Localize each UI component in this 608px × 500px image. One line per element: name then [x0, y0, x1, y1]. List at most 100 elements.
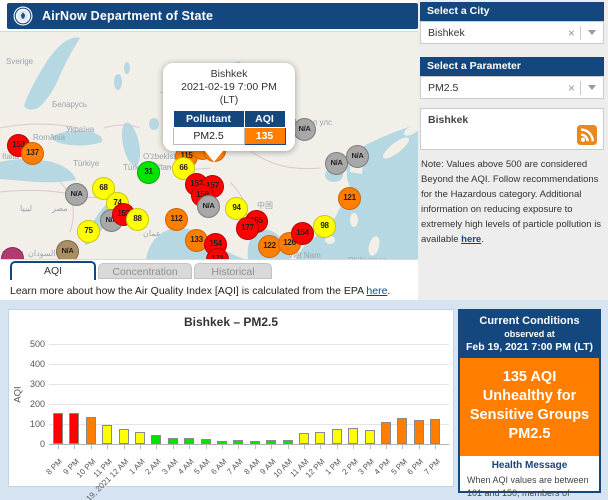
airnow-page: AirNow Department of State	[0, 0, 608, 500]
city-caret-icon[interactable]	[588, 30, 596, 35]
chart-bar[interactable]	[233, 440, 243, 444]
learn-more-link[interactable]: here	[366, 285, 387, 297]
popup-tail	[205, 151, 223, 162]
city-select[interactable]: Bishkek ×	[420, 21, 604, 44]
parameter-select[interactable]: PM2.5 ×	[420, 76, 604, 99]
parameter-caret-icon[interactable]	[588, 85, 596, 90]
x-tick-mark	[238, 445, 239, 449]
chart-bar[interactable]	[250, 441, 260, 444]
chart-bar[interactable]	[184, 438, 194, 444]
parameter-select-value: PM2.5	[421, 82, 563, 94]
aqi-marker[interactable]: N/A	[65, 183, 88, 206]
chart-bar[interactable]	[201, 439, 211, 444]
chart-bar[interactable]	[266, 440, 276, 444]
aqi-chart: Bishkek – PM2.5 AQI 01002003004005008 PM…	[8, 309, 454, 487]
dos-seal-icon	[13, 6, 33, 26]
aqi-marker[interactable]: 137	[21, 142, 44, 165]
x-tick-label: 7 PM	[285, 451, 435, 462]
note-text: Note: Values above 500 are considered Be…	[421, 159, 601, 245]
aqi-map[interactable]: SverigeБеларусьУкраїнаRomâniaItaliaTürki…	[0, 31, 418, 260]
conditions-aqi-value: 135 AQI	[466, 368, 593, 387]
parameter-clear-icon[interactable]: ×	[563, 81, 580, 95]
tab-historical[interactable]: Historical	[194, 263, 272, 279]
x-tick-mark	[370, 445, 371, 449]
aqi-marker[interactable]: N/A	[293, 118, 316, 141]
aqi-marker[interactable]: N/A	[346, 145, 369, 168]
x-tick-mark	[74, 445, 75, 449]
tab-concentration[interactable]: Concentration	[98, 263, 192, 279]
chart-bar[interactable]	[283, 440, 293, 444]
chart-bar[interactable]	[69, 413, 79, 444]
select-city-header: Select a City	[420, 2, 604, 21]
gridline	[49, 344, 449, 345]
gridline	[49, 404, 449, 405]
x-tick-mark	[91, 445, 92, 449]
sidebar: Select a City Bishkek × Select a Paramet…	[418, 0, 608, 300]
gridline	[49, 384, 449, 385]
aqi-marker[interactable]: 31	[137, 161, 160, 184]
chart-bar[interactable]	[430, 419, 440, 444]
popup-aqi-value: 135	[244, 128, 285, 145]
chart-bar[interactable]	[332, 429, 342, 444]
chart-bar[interactable]	[397, 418, 407, 444]
chart-bar[interactable]	[365, 430, 375, 444]
aqi-marker[interactable]: N/A	[197, 195, 220, 218]
city-clear-icon[interactable]: ×	[563, 26, 580, 40]
chart-bar[interactable]	[315, 432, 325, 444]
x-tick-mark	[402, 445, 403, 449]
x-tick-mark	[222, 445, 223, 449]
aqi-marker[interactable]: 112	[165, 208, 188, 231]
y-tick-label: 100	[17, 419, 45, 429]
chart-bar[interactable]	[299, 433, 309, 444]
aqi-marker[interactable]: 154	[291, 222, 314, 245]
chart-bar[interactable]	[381, 422, 391, 444]
learn-more-line: Learn more about how the Air Quality Ind…	[10, 285, 390, 297]
select-divider	[580, 26, 581, 40]
x-tick-mark	[271, 445, 272, 449]
x-tick-mark	[107, 445, 108, 449]
x-tick-mark	[288, 445, 289, 449]
rss-icon[interactable]	[577, 125, 597, 145]
feed-city-label: Bishkek	[421, 109, 603, 126]
x-tick-mark	[304, 445, 305, 449]
popup-pollutant-header: Pollutant	[173, 111, 244, 128]
chart-bar[interactable]	[217, 441, 227, 444]
chart-bar[interactable]	[151, 435, 161, 444]
chart-bar[interactable]	[86, 417, 96, 444]
aqi-marker[interactable]: 121	[338, 187, 361, 210]
aqi-note: Note: Values above 500 are considered Be…	[421, 157, 602, 247]
chart-bar[interactable]	[119, 429, 129, 444]
bottom-section: Bishkek – PM2.5 AQI 01002003004005008 PM…	[0, 300, 608, 500]
learn-more-text: Learn more about how the Air Quality Ind…	[10, 285, 366, 297]
app-title: AirNow Department of State	[42, 9, 213, 23]
x-tick-mark	[353, 445, 354, 449]
conditions-datetime: Feb 19, 2021 7:00 PM (LT)	[462, 341, 597, 353]
app-header: AirNow Department of State	[7, 3, 418, 29]
chart-bar[interactable]	[135, 432, 145, 444]
x-tick-mark	[255, 445, 256, 449]
chart-bar[interactable]	[53, 413, 63, 444]
chart-bar[interactable]	[348, 428, 358, 444]
chart-bar[interactable]	[168, 438, 178, 444]
tab-aqi[interactable]: AQI	[10, 261, 96, 280]
aqi-marker[interactable]: 88	[126, 208, 149, 231]
chart-title: Bishkek – PM2.5	[9, 315, 453, 329]
aqi-marker[interactable]: 98	[313, 215, 336, 238]
gridline	[49, 444, 449, 445]
note-link[interactable]: here	[461, 234, 481, 245]
aqi-marker[interactable]: 75	[77, 220, 100, 243]
conditions-title: Current Conditions	[462, 315, 597, 327]
aqi-marker[interactable]: N/A	[325, 152, 348, 175]
chart-bar[interactable]	[414, 420, 424, 444]
aqi-marker[interactable]: 177	[236, 217, 259, 240]
popup-city: Bishkek	[167, 68, 291, 81]
chart-bar[interactable]	[102, 425, 112, 444]
conditions-aqi-block: 135 AQI Unhealthy for Sensitive Groups P…	[460, 358, 599, 456]
learn-more-suffix: .	[387, 285, 390, 297]
x-tick-mark	[386, 445, 387, 449]
x-tick-mark	[419, 445, 420, 449]
conditions-category: Unhealthy for Sensitive Groups	[466, 387, 593, 425]
map-popup: Bishkek 2021-02-19 7:00 PM (LT) Pollutan…	[163, 63, 295, 151]
popup-aqi-header: AQI	[244, 111, 285, 128]
aqi-marker[interactable]: N/A	[56, 240, 79, 260]
